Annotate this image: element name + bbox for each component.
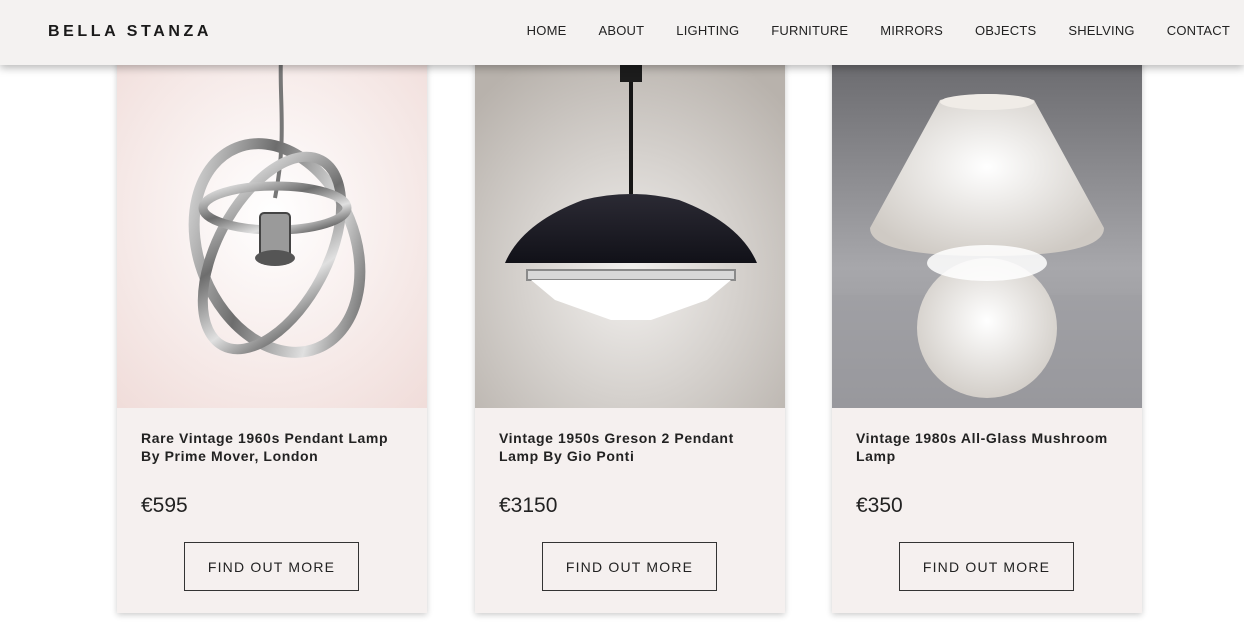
product-title[interactable]: Rare Vintage 1960s Pendant Lamp By Prime… xyxy=(141,429,403,465)
nav-lighting[interactable]: LIGHTING xyxy=(676,23,739,38)
product-image-chrome-pendant[interactable] xyxy=(117,58,427,408)
product-price: €595 xyxy=(141,494,188,517)
nav-home[interactable]: HOME xyxy=(527,23,567,38)
find-out-more-button[interactable]: FIND OUT MORE xyxy=(899,542,1074,591)
main-nav: HOME ABOUT LIGHTING FURNITURE MIRRORS OB… xyxy=(495,23,1230,38)
product-price: €3150 xyxy=(499,494,558,517)
nav-objects[interactable]: OBJECTS xyxy=(975,23,1036,38)
site-logo[interactable]: BELLA STANZA xyxy=(48,23,212,41)
product-title[interactable]: Vintage 1980s All-Glass Mushroom Lamp xyxy=(856,429,1118,465)
nav-contact[interactable]: CONTACT xyxy=(1167,23,1230,38)
product-title[interactable]: Vintage 1950s Greson 2 Pendant Lamp By G… xyxy=(499,429,761,465)
find-out-more-button[interactable]: FIND OUT MORE xyxy=(542,542,717,591)
product-image-greson-pendant[interactable] xyxy=(475,58,785,408)
product-card: Vintage 1980s All-Glass Mushroom Lamp €3… xyxy=(832,58,1142,613)
nav-shelving[interactable]: SHELVING xyxy=(1068,23,1134,38)
nav-mirrors[interactable]: MIRRORS xyxy=(880,23,943,38)
product-image-mushroom-lamp[interactable] xyxy=(832,58,1142,408)
nav-about[interactable]: ABOUT xyxy=(598,23,644,38)
nav-furniture[interactable]: FURNITURE xyxy=(771,23,848,38)
product-card: Rare Vintage 1960s Pendant Lamp By Prime… xyxy=(117,58,427,613)
site-header: BELLA STANZA HOME ABOUT LIGHTING FURNITU… xyxy=(0,0,1244,65)
product-card: Vintage 1950s Greson 2 Pendant Lamp By G… xyxy=(475,58,785,613)
product-price: €350 xyxy=(856,494,903,517)
find-out-more-button[interactable]: FIND OUT MORE xyxy=(184,542,359,591)
